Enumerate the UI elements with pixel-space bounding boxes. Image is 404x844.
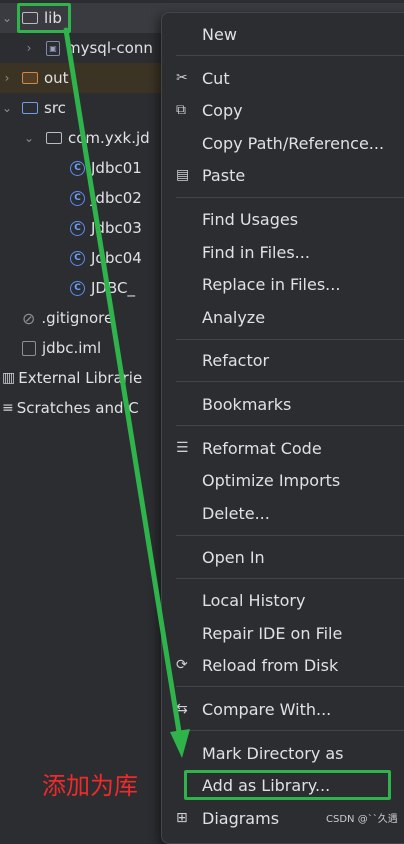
annotation-label: 添加为库 <box>42 772 138 800</box>
annotation-arrow <box>63 27 190 758</box>
watermark: CSDN @``久遇 <box>326 814 398 825</box>
